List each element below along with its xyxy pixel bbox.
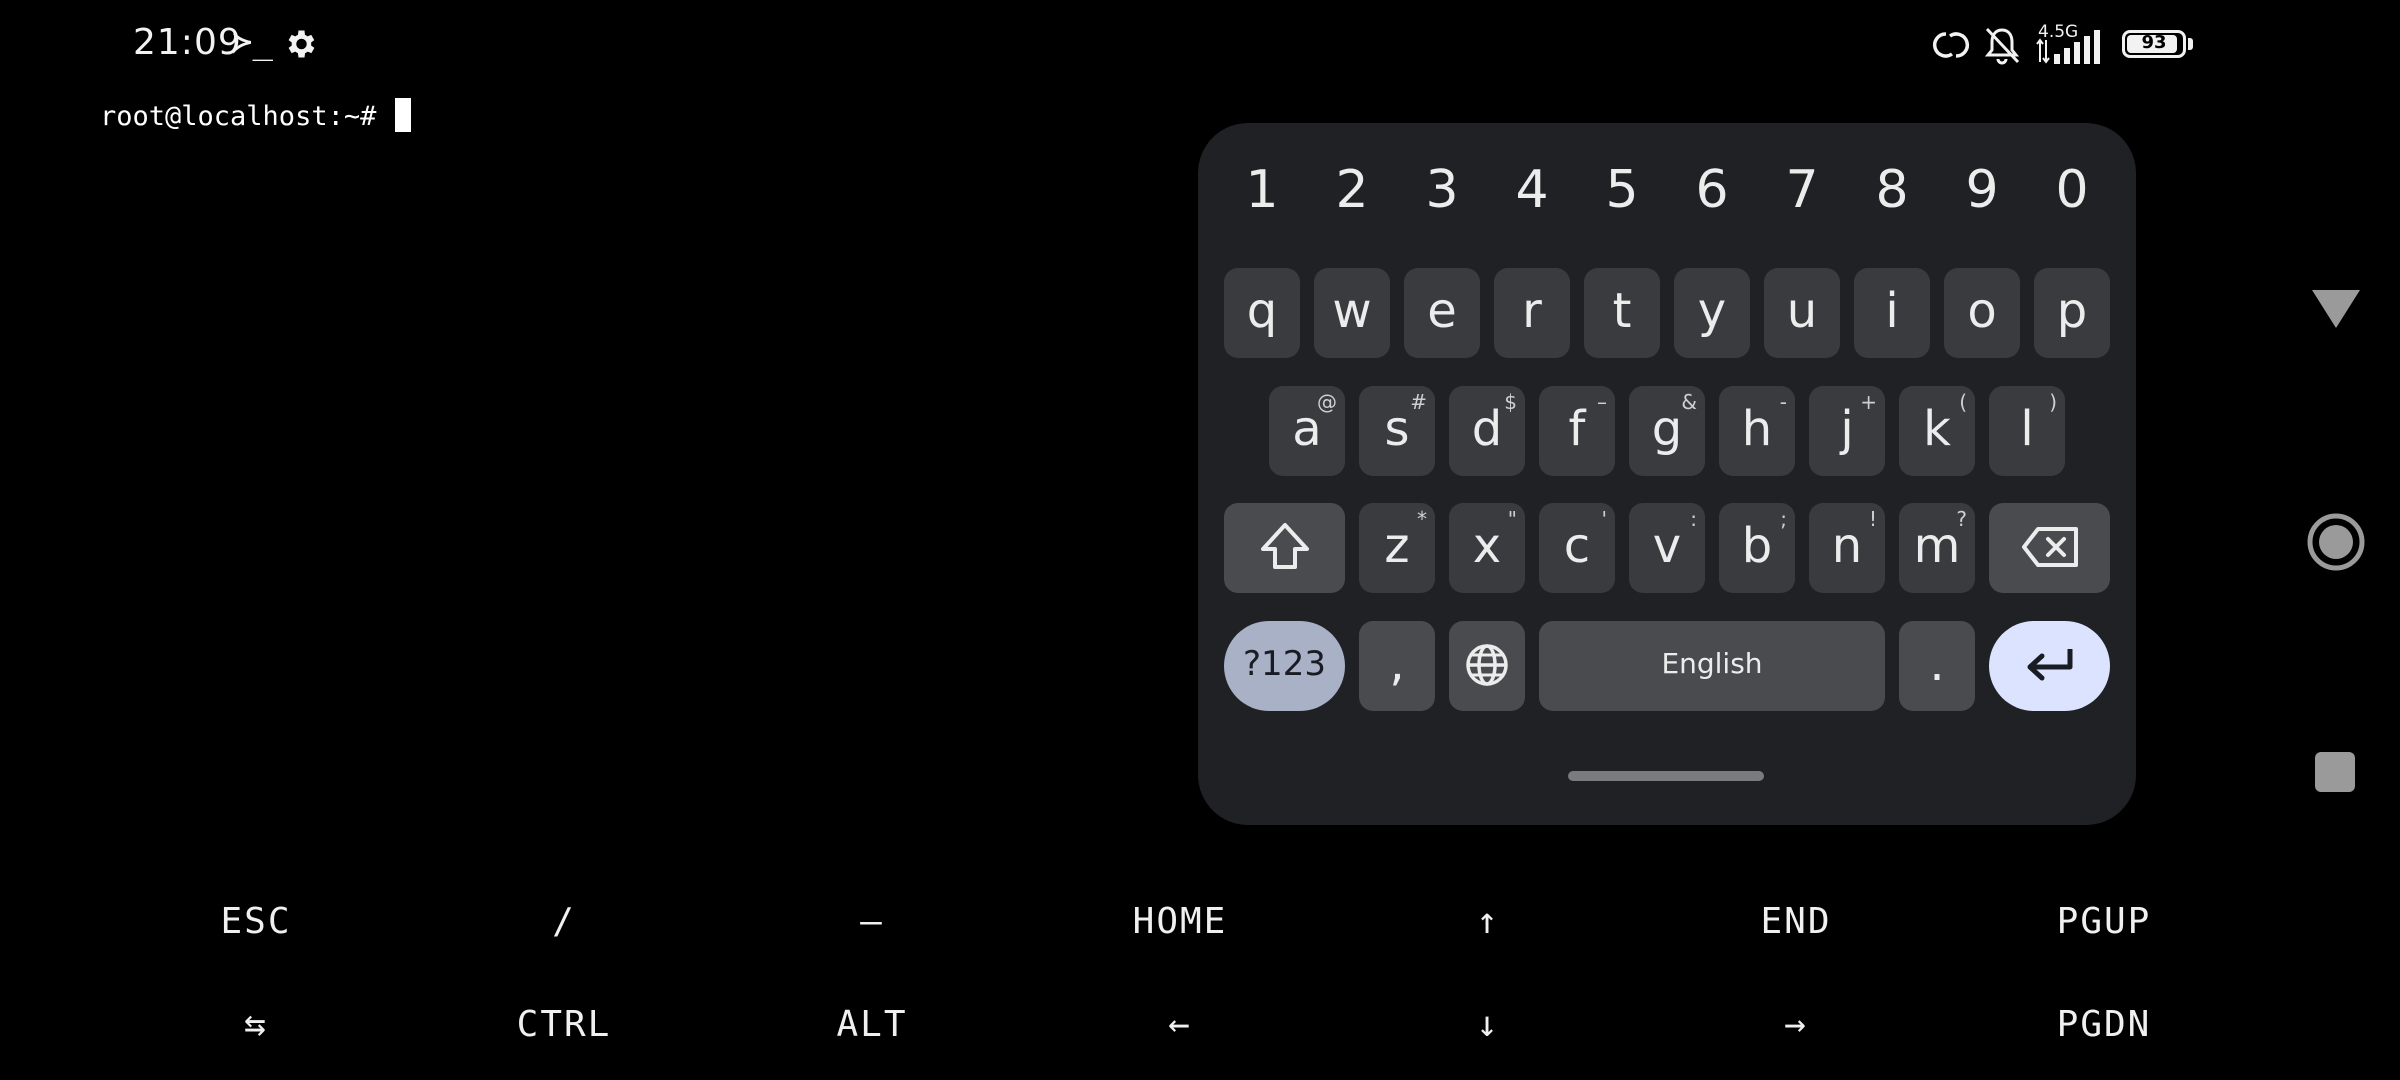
up-arrow-key[interactable]: ↑ [1338, 882, 1638, 962]
home-key[interactable]: HOME [1030, 882, 1330, 962]
ctrl-key[interactable]: CTRL [414, 985, 714, 1065]
keyboard-drag-handle[interactable] [1568, 771, 1764, 781]
terminal-cursor [394, 98, 411, 132]
key-e[interactable]: e [1404, 268, 1480, 358]
gear-icon [288, 30, 315, 58]
key-l[interactable]: l) [1989, 386, 2065, 476]
key-u[interactable]: u [1764, 268, 1840, 358]
key-2[interactable]: 2 [1307, 153, 1397, 227]
key-7[interactable]: 7 [1757, 153, 1847, 227]
period-key[interactable]: . [1899, 621, 1975, 711]
key-h[interactable]: h- [1719, 386, 1795, 476]
comma-key[interactable]: , [1359, 621, 1435, 711]
battery-level: 93 [2141, 32, 2167, 53]
home-button[interactable] [2306, 512, 2366, 572]
back-button[interactable] [2310, 288, 2362, 332]
pgup-key[interactable]: PGUP [1954, 882, 2254, 962]
key-8[interactable]: 8 [1847, 153, 1937, 227]
space-bar[interactable]: English [1539, 621, 1885, 711]
key-w[interactable]: w [1314, 268, 1390, 358]
shell-prompt: root@localhost:~# [100, 101, 393, 132]
key-4[interactable]: 4 [1487, 153, 1577, 227]
down-arrow-key[interactable]: ↓ [1338, 985, 1638, 1065]
key-9[interactable]: 9 [1937, 153, 2027, 227]
key-r[interactable]: r [1494, 268, 1570, 358]
key-5[interactable]: 5 [1577, 153, 1667, 227]
backspace-icon [2021, 527, 2078, 567]
terminal-output[interactable]: root@localhost:~# [100, 98, 411, 132]
key-t[interactable]: t [1584, 268, 1660, 358]
signal-icon [2054, 30, 2100, 64]
key-d[interactable]: d $ [1449, 386, 1525, 476]
dash-key[interactable]: — [722, 882, 1022, 962]
key-y[interactable]: y [1674, 268, 1750, 358]
left-arrow-key[interactable]: ← [1030, 985, 1330, 1065]
number-row: 1 2 3 4 5 6 7 8 9 0 [1198, 153, 2136, 227]
key-0[interactable]: 0 [2027, 153, 2117, 227]
symbols-key[interactable]: ?123 [1224, 621, 1345, 711]
key-p[interactable]: p [2034, 268, 2110, 358]
key-z[interactable]: z * [1359, 503, 1435, 593]
clock: 21:09 [133, 22, 242, 63]
key-3[interactable]: 3 [1397, 153, 1487, 227]
enter-icon [2027, 649, 2072, 681]
slash-key[interactable]: / [414, 882, 714, 962]
enter-key[interactable] [1989, 621, 2110, 711]
bell-off-icon [1984, 27, 2020, 65]
key-a[interactable]: a @ [1269, 386, 1345, 476]
hotspot-link-icon [1932, 32, 1970, 58]
tab-key[interactable]: ⇆ [106, 985, 406, 1065]
on-screen-keyboard: 1 2 3 4 5 6 7 8 9 0 q w e r t y u i o p … [1198, 123, 2136, 825]
key-c[interactable]: c ' [1539, 503, 1615, 593]
data-arrows-icon [2036, 38, 2050, 64]
status-icons: 4.5G 93 [1930, 22, 2193, 68]
key-1[interactable]: 1 [1217, 153, 1307, 227]
key-g[interactable]: g & [1629, 386, 1705, 476]
pgdn-key[interactable]: PGDN [1954, 985, 2254, 1065]
alt-key[interactable]: ALT [722, 985, 1022, 1065]
key-m[interactable]: m? [1899, 503, 1975, 593]
shift-key[interactable] [1224, 503, 1345, 593]
globe-icon [1466, 644, 1508, 686]
status-bar: 21:09 ≻_ 4.5G 93 [0, 0, 2220, 92]
terminal-icon: ≻_ [232, 22, 273, 62]
end-key[interactable]: END [1646, 882, 1946, 962]
battery-icon: 93 [2122, 30, 2186, 58]
key-x[interactable]: x " [1449, 503, 1525, 593]
key-i[interactable]: i [1854, 268, 1930, 358]
shift-icon [1260, 523, 1309, 569]
key-o[interactable]: o [1944, 268, 2020, 358]
key-q[interactable]: q [1224, 268, 1300, 358]
backspace-key[interactable] [1989, 503, 2110, 593]
key-s[interactable]: s # [1359, 386, 1435, 476]
right-arrow-key[interactable]: → [1646, 985, 1946, 1065]
extra-keys-bar: ESC / — HOME ↑ END PGUP ⇆ CTRL ALT ← ↓ →… [0, 870, 2400, 1080]
esc-key[interactable]: ESC [106, 882, 406, 962]
key-n[interactable]: n! [1809, 503, 1885, 593]
recents-button[interactable] [2315, 752, 2355, 792]
language-key[interactable] [1449, 621, 1525, 711]
key-k[interactable]: k( [1899, 386, 1975, 476]
key-f[interactable]: f – [1539, 386, 1615, 476]
key-j[interactable]: j + [1809, 386, 1885, 476]
key-v[interactable]: v: [1629, 503, 1705, 593]
key-b[interactable]: b; [1719, 503, 1795, 593]
key-6[interactable]: 6 [1667, 153, 1757, 227]
